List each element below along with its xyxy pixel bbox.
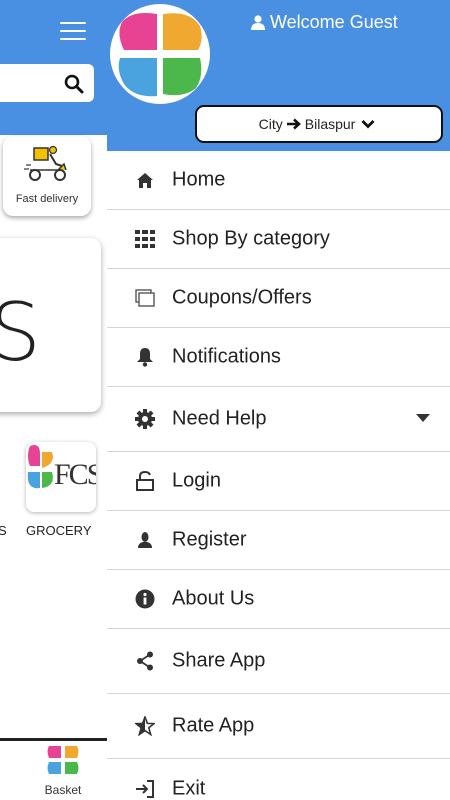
city-selector[interactable]: City Bilaspur: [195, 105, 443, 143]
search-icon[interactable]: [64, 74, 84, 94]
share-icon: [134, 650, 156, 672]
info-icon: [134, 588, 156, 610]
menu-item-home[interactable]: Home: [107, 151, 450, 210]
menu-item-notifications[interactable]: Notifications: [107, 328, 450, 387]
bell-icon: [134, 346, 156, 368]
menu-item-exit[interactable]: Exit: [107, 759, 450, 800]
search-input[interactable]: [0, 64, 94, 102]
menu-item-coupons[interactable]: Coupons/Offers: [107, 269, 450, 328]
basket-tab[interactable]: Basket: [38, 743, 88, 797]
grid-icon: [134, 228, 156, 250]
category-label-grocery: GROCERY: [26, 523, 92, 538]
unlock-icon: [134, 470, 156, 492]
menu-item-register[interactable]: Register: [107, 511, 450, 570]
grocery-category-card[interactable]: FCS: [26, 442, 96, 512]
app-logo-icon: [118, 13, 202, 97]
drawer-header: Welcome Guest City Bilaspur: [107, 0, 450, 151]
exit-icon: [134, 778, 156, 800]
gear-icon: [134, 408, 156, 430]
city-prefix: City: [258, 116, 283, 132]
welcome-label: Welcome Guest: [270, 12, 398, 32]
app-header: [0, 0, 107, 135]
hamburger-menu-icon[interactable]: [60, 22, 86, 42]
menu-label-shop-by-category: Shop By category: [172, 227, 330, 250]
menu-item-rate-app[interactable]: Rate App: [107, 694, 450, 759]
menu-item-shop-by-category[interactable]: Shop By category: [107, 210, 450, 269]
basket-logo-icon: [47, 746, 79, 774]
menu-label-share-app: Share App: [172, 649, 266, 672]
banner-text: S: [0, 286, 41, 379]
drawer-menu: Home Shop By category Coupons/Offers Not…: [107, 151, 450, 800]
expand-caret-icon[interactable]: [416, 410, 430, 428]
city-value: Bilaspur: [304, 116, 356, 132]
fast-delivery-card[interactable]: Fast delivery: [3, 136, 91, 216]
bottom-nav: Basket: [0, 738, 107, 800]
menu-label-register: Register: [172, 528, 247, 551]
home-icon: [134, 169, 156, 191]
menu-label-need-help: Need Help: [172, 407, 267, 430]
menu-item-about-us[interactable]: About Us: [107, 570, 450, 629]
chevron-down-icon: [361, 120, 375, 129]
menu-label-coupons: Coupons/Offers: [172, 286, 312, 309]
menu-label-rate-app: Rate App: [172, 714, 255, 737]
user-icon: [251, 15, 265, 30]
menu-label-login: Login: [172, 469, 221, 492]
delivery-scooter-icon: [24, 145, 67, 181]
arrow-right-icon: [286, 118, 301, 130]
welcome-text: Welcome Guest: [251, 12, 398, 33]
menu-item-share-app[interactable]: Share App: [107, 629, 450, 694]
menu-item-login[interactable]: Login: [107, 452, 450, 511]
star-icon: [134, 715, 156, 737]
menu-label-exit: Exit: [172, 777, 206, 799]
menu-label-notifications: Notifications: [172, 345, 281, 368]
fast-delivery-label: Fast delivery: [15, 193, 79, 205]
fcs-logo-text: FCS: [54, 458, 96, 491]
menu-label-about-us: About Us: [172, 587, 255, 610]
menu-item-need-help[interactable]: Need Help: [107, 387, 450, 452]
user-icon: [134, 529, 156, 551]
navigation-drawer: Welcome Guest City Bilaspur Home Shop By…: [107, 0, 450, 800]
fcs-logo-icon: [27, 445, 53, 489]
coupons-icon: [134, 287, 156, 309]
app-logo: [110, 4, 210, 104]
basket-label: Basket: [44, 783, 82, 797]
background-app: Fast delivery S FCS S GROCERY Basket: [0, 0, 107, 800]
menu-label-home: Home: [172, 168, 226, 191]
promo-banner[interactable]: S: [0, 238, 101, 412]
category-label-partial: S: [0, 523, 7, 538]
